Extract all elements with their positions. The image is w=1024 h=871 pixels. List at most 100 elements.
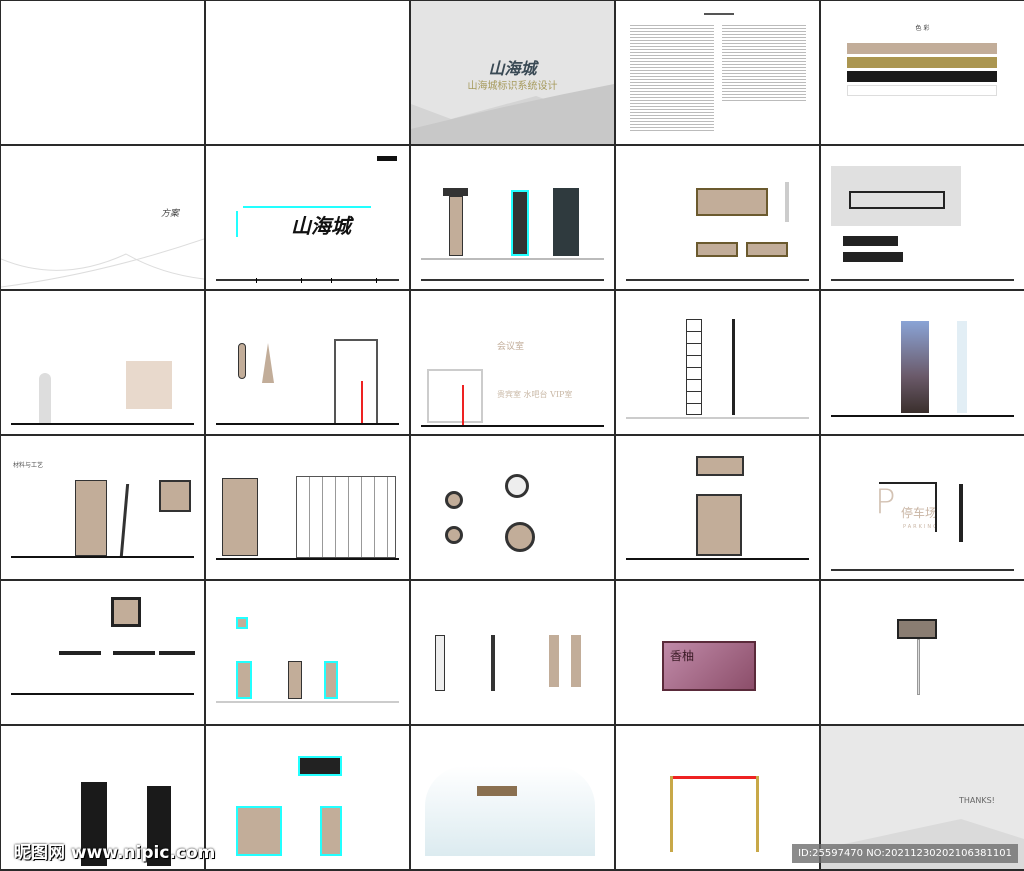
- dimension-line-v: [236, 211, 238, 237]
- scale-bar: [216, 278, 399, 283]
- slim-pylon-1: [435, 635, 445, 691]
- logo-text: 山海城: [291, 214, 351, 238]
- round-sign-1: [445, 491, 463, 509]
- pylon-b: [288, 661, 302, 699]
- bin-1: [236, 806, 282, 856]
- page-bins[interactable]: [206, 726, 409, 869]
- page-blank-1[interactable]: [1, 1, 204, 144]
- text-column-right: [722, 23, 806, 101]
- sign-oval: [238, 343, 246, 379]
- page-slim-pylons[interactable]: [411, 581, 614, 724]
- page-wall-sign[interactable]: [1, 291, 204, 434]
- page-photo-pylon[interactable]: [821, 291, 1024, 434]
- page-post-sign[interactable]: [821, 581, 1024, 724]
- pylon-1: [443, 188, 468, 196]
- canopy-3: [159, 651, 195, 655]
- page-logo-sign[interactable]: 山海城: [206, 146, 409, 289]
- plaque-side: [785, 182, 789, 222]
- page-floor-directory[interactable]: [616, 291, 819, 434]
- menu-board: [159, 480, 191, 512]
- page-colors[interactable]: 色 彩: [821, 1, 1024, 144]
- page-hanging-sign[interactable]: [616, 436, 819, 579]
- page-room-signs[interactable]: 会议室 贵宾室 水吧台 VIP室: [411, 291, 614, 434]
- page-menu-stand[interactable]: 材料与工艺: [1, 436, 204, 579]
- ground-line: [421, 258, 604, 260]
- page-blank-2[interactable]: [206, 1, 409, 144]
- bin-2: [320, 806, 342, 856]
- parking-frame: [879, 482, 937, 532]
- page-skyline-sign[interactable]: [821, 146, 1024, 289]
- page-stanchions[interactable]: [616, 726, 819, 869]
- mini-sign: [236, 617, 248, 629]
- page-parking-sign[interactable]: P 停车场 PARKING: [821, 436, 1024, 579]
- pylon-a: [236, 661, 252, 699]
- pylon-3: [553, 188, 579, 256]
- text-heading: [704, 13, 734, 15]
- landscape-sign: [477, 786, 517, 796]
- thumbnail-grid: 山海城 山海城标识系统设计 色 彩 方案 山海城 会议室 贵宾室 水吧台 VIP…: [1, 1, 1024, 869]
- ground-line: [216, 701, 399, 703]
- person-silhouette: [39, 373, 51, 423]
- page-plaques[interactable]: [616, 146, 819, 289]
- round-sign-3: [505, 474, 529, 498]
- dimension-line: [243, 206, 371, 208]
- doorplate-name: 香柚: [670, 649, 695, 663]
- slim-pylon-3: [549, 635, 559, 687]
- scale-bar: [831, 569, 1014, 571]
- ground-line: [626, 417, 809, 419]
- bin-panel: [298, 756, 342, 776]
- skyline-sign-small-1: [843, 236, 898, 246]
- page-small-pylons[interactable]: [206, 581, 409, 724]
- stanchion-1: [670, 776, 673, 852]
- skyline-sign: [849, 191, 945, 209]
- thanks-text: THANKS!: [959, 796, 995, 805]
- page-door-sign[interactable]: [206, 291, 409, 434]
- page-tag: [377, 156, 397, 161]
- mountain-graphic: [411, 84, 614, 144]
- ground-line: [11, 693, 194, 695]
- section-title: 方案: [161, 209, 180, 219]
- pylon-c: [324, 661, 338, 699]
- post-sign-panel: [897, 619, 937, 639]
- swatch-gold: [847, 57, 997, 68]
- vip-room-sign: 贵宾室 水吧台 VIP室: [497, 390, 573, 399]
- text-column-left: [630, 23, 714, 131]
- scale-bar: [421, 279, 604, 281]
- plaque-large: [696, 188, 768, 216]
- red-rope: [670, 776, 758, 779]
- swatch-black: [847, 71, 997, 82]
- sign-triangle: [262, 343, 274, 383]
- cover-logo: 山海城: [488, 59, 537, 78]
- plaque-small-1: [696, 242, 738, 257]
- page-intro-text[interactable]: [616, 1, 819, 144]
- watermark-id: ID:25597470 NO:20211230202106381101: [792, 844, 1018, 863]
- pylon-photo: [901, 321, 929, 413]
- page-kiosk-canopy[interactable]: [1, 581, 204, 724]
- round-sign-2: [445, 526, 463, 544]
- page-wayfinding-building[interactable]: [206, 436, 409, 579]
- ground-line: [11, 556, 194, 558]
- pylon-glass: [957, 321, 967, 413]
- canopy-1: [59, 651, 101, 655]
- page-pylon-elevations[interactable]: [411, 146, 614, 289]
- skyline-sign-small-2: [843, 252, 903, 262]
- parking-side: [959, 484, 963, 542]
- wave-graphic: [1, 238, 204, 288]
- glass-door-frame: [427, 369, 483, 423]
- door-red-strip: [361, 381, 363, 423]
- ground-line: [831, 415, 1014, 417]
- slim-pylon-4: [571, 635, 581, 687]
- meeting-room-sign: 会议室: [497, 342, 525, 352]
- page-round-signs[interactable]: [411, 436, 614, 579]
- directory-pole: [732, 319, 735, 415]
- page-landscape-sign[interactable]: [411, 726, 614, 869]
- menu-stand-body: [75, 480, 107, 556]
- post-sign-pole: [917, 639, 920, 695]
- kiosk-plan: [111, 597, 141, 627]
- page-section-scheme[interactable]: 方案: [1, 146, 204, 289]
- hanging-sign: [696, 456, 744, 476]
- page-cover[interactable]: 山海城 山海城标识系统设计: [411, 1, 614, 144]
- door-frame: [334, 339, 378, 425]
- page-doorplate[interactable]: 香柚: [616, 581, 819, 724]
- ground-line: [626, 558, 809, 560]
